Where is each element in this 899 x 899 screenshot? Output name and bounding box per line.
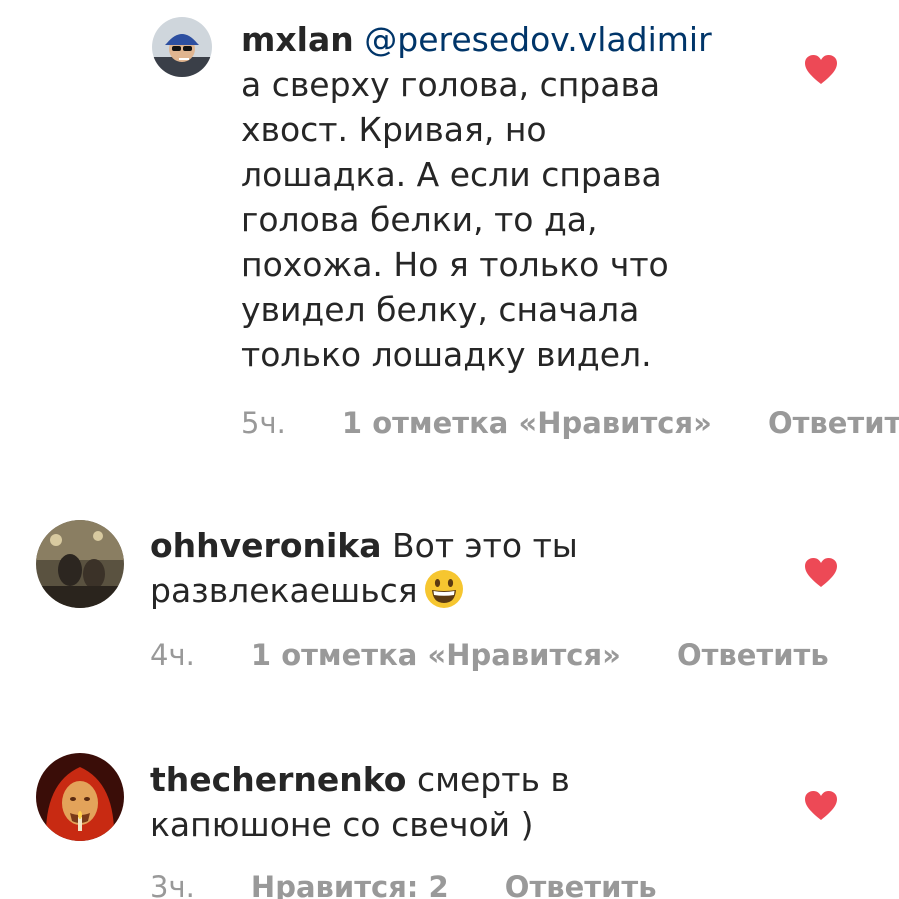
reply-button[interactable]: Ответить <box>505 869 657 899</box>
comment-time: 4ч. <box>150 638 195 672</box>
like-heart-icon[interactable] <box>804 557 838 589</box>
comment-item: mxlan @peresedov.vladimir а сверху голов… <box>0 0 899 460</box>
comment-username[interactable]: ohhveronika <box>150 526 382 565</box>
comment-likes-count[interactable]: 1 отметка «Нравится» <box>342 405 712 441</box>
reply-button[interactable]: Ответить <box>768 405 899 441</box>
comment-username[interactable]: thechernenko <box>150 760 406 799</box>
user-avatar-photo-icon <box>36 520 124 608</box>
comment-meta: 4ч. 1 отметка «Нравится» Ответить <box>150 637 829 673</box>
comment-text: mxlan @peresedov.vladimir а сверху голов… <box>241 17 712 377</box>
user-avatar[interactable] <box>36 753 124 841</box>
comment-likes-count[interactable]: Нравится: 2 <box>251 869 449 899</box>
comment-username[interactable]: mxlan <box>241 20 354 59</box>
comment-time: 3ч. <box>150 870 195 899</box>
comment-body: а сверху голова, справа хвост. Кривая, н… <box>241 65 669 374</box>
user-avatar-hood-candle-icon <box>36 753 124 841</box>
comment-text: thechernenko смерть в капюшоне со свечой… <box>150 757 570 847</box>
comment-item: ohhveronika Вот это ты развлекаешься 4ч.… <box>0 500 899 700</box>
user-avatar-cap-sunglasses-icon <box>152 17 212 77</box>
like-heart-icon[interactable] <box>804 790 838 822</box>
comment-time: 5ч. <box>241 406 286 440</box>
comment-mention[interactable]: @peresedov.vladimir <box>364 20 711 59</box>
like-heart-icon[interactable] <box>804 54 838 86</box>
grinning-face-emoji-icon <box>424 569 464 609</box>
comment-likes-count[interactable]: 1 отметка «Нравится» <box>251 637 621 673</box>
comment-meta: 5ч. 1 отметка «Нравится» Ответить <box>241 405 899 441</box>
comment-text: ohhveronika Вот это ты развлекаешься <box>150 523 578 613</box>
user-avatar[interactable] <box>152 17 212 77</box>
comment-item: thechernenko смерть в капюшоне со свечой… <box>0 735 899 899</box>
reply-button[interactable]: Ответить <box>677 637 829 673</box>
user-avatar[interactable] <box>36 520 124 608</box>
comment-meta: 3ч. Нравится: 2 Ответить <box>150 869 657 899</box>
